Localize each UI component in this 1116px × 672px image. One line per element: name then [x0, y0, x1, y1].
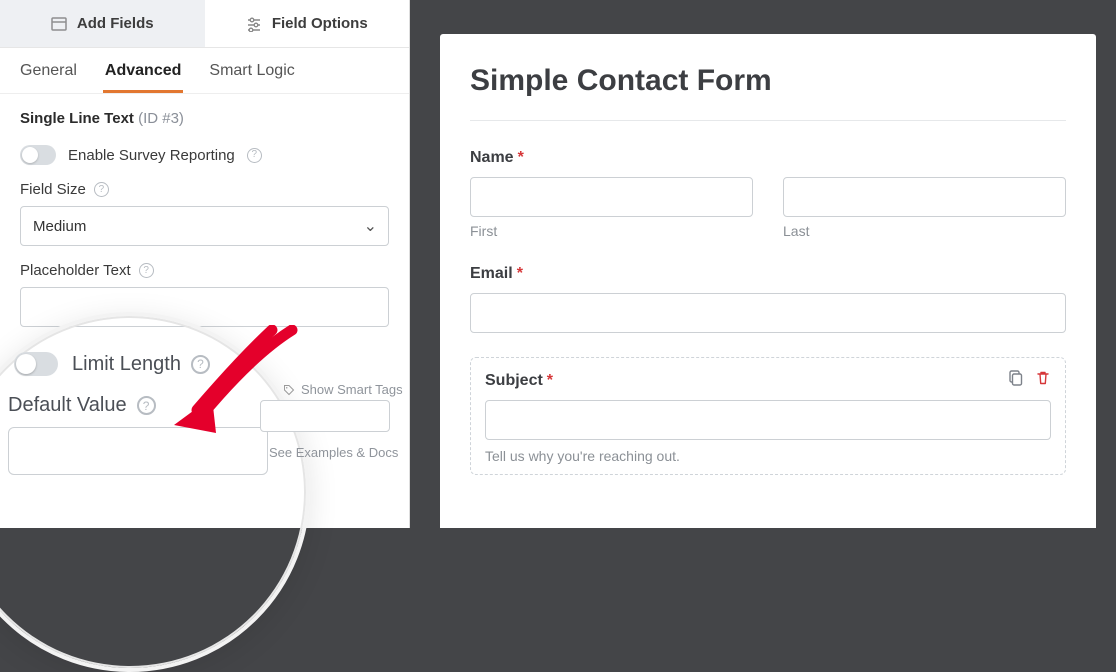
- tab-add-fields-label: Add Fields: [77, 15, 154, 32]
- form-preview: Simple Contact Form Name* First Last Ema…: [440, 34, 1096, 528]
- subject-input[interactable]: [485, 400, 1051, 440]
- trash-icon[interactable]: [1035, 370, 1051, 386]
- name-label: Name*: [470, 149, 1066, 167]
- default-value-label: Default Value: [8, 394, 127, 417]
- field-type-label: Single Line Text: [20, 110, 134, 127]
- help-icon[interactable]: ?: [191, 355, 210, 374]
- help-icon[interactable]: ?: [137, 396, 156, 415]
- sliders-icon: [246, 16, 262, 32]
- placeholder-input[interactable]: [20, 287, 389, 327]
- subject-helper: Tell us why you're reaching out.: [485, 448, 1051, 464]
- first-sublabel: First: [470, 223, 753, 239]
- examples-link[interactable]: See Examples & Docs: [269, 445, 398, 460]
- survey-label: Enable Survey Reporting: [68, 147, 235, 164]
- required-asterisk: *: [517, 265, 523, 282]
- email-input[interactable]: [470, 293, 1066, 333]
- subject-block-selected[interactable]: Subject* Tell us why you're reaching out…: [470, 357, 1066, 475]
- field-size-row: Field Size ? Medium ⌄: [20, 181, 389, 246]
- field-id-tag: (ID #3): [138, 110, 184, 127]
- sub-tabs: General Advanced Smart Logic: [0, 48, 409, 94]
- help-icon[interactable]: ?: [139, 263, 154, 278]
- placeholder-label: Placeholder Text: [20, 262, 131, 279]
- divider: [470, 120, 1066, 121]
- last-name-input[interactable]: [783, 177, 1066, 217]
- default-value-input[interactable]: [8, 427, 268, 475]
- field-tools: [1007, 370, 1051, 386]
- subtab-smart-logic[interactable]: Smart Logic: [207, 50, 296, 93]
- tag-icon: [283, 384, 295, 396]
- email-block: Email*: [470, 265, 1066, 333]
- tab-add-fields[interactable]: Add Fields: [0, 0, 205, 47]
- help-icon[interactable]: ?: [247, 148, 262, 163]
- first-name-input[interactable]: [470, 177, 753, 217]
- required-asterisk: *: [518, 149, 524, 166]
- subtab-advanced[interactable]: Advanced: [103, 50, 183, 93]
- subtab-general[interactable]: General: [18, 50, 79, 93]
- required-asterisk: *: [547, 372, 553, 389]
- layout-icon: [51, 16, 67, 32]
- limit-length-label: Limit Length: [72, 353, 181, 376]
- default-value-input-small[interactable]: [260, 400, 390, 432]
- subject-label: Subject*: [485, 372, 1051, 390]
- tab-field-options-label: Field Options: [272, 15, 368, 32]
- field-title: Single Line Text (ID #3): [20, 110, 389, 127]
- email-label: Email*: [470, 265, 1066, 283]
- top-tabs: Add Fields Field Options: [0, 0, 409, 48]
- last-sublabel: Last: [783, 223, 1066, 239]
- field-size-label: Field Size: [20, 181, 86, 198]
- duplicate-icon[interactable]: [1007, 370, 1023, 386]
- survey-row: Enable Survey Reporting ?: [20, 145, 389, 165]
- name-fields: First Last: [470, 177, 1066, 239]
- help-icon[interactable]: ?: [94, 182, 109, 197]
- field-size-select[interactable]: Medium: [20, 206, 389, 246]
- survey-toggle[interactable]: [20, 145, 56, 165]
- limit-length-toggle[interactable]: [14, 352, 58, 376]
- form-title: Simple Contact Form: [470, 64, 1066, 98]
- placeholder-row: Placeholder Text ?: [20, 262, 389, 327]
- show-smart-tags-link[interactable]: Show Smart Tags: [283, 382, 403, 397]
- tab-field-options[interactable]: Field Options: [205, 0, 410, 47]
